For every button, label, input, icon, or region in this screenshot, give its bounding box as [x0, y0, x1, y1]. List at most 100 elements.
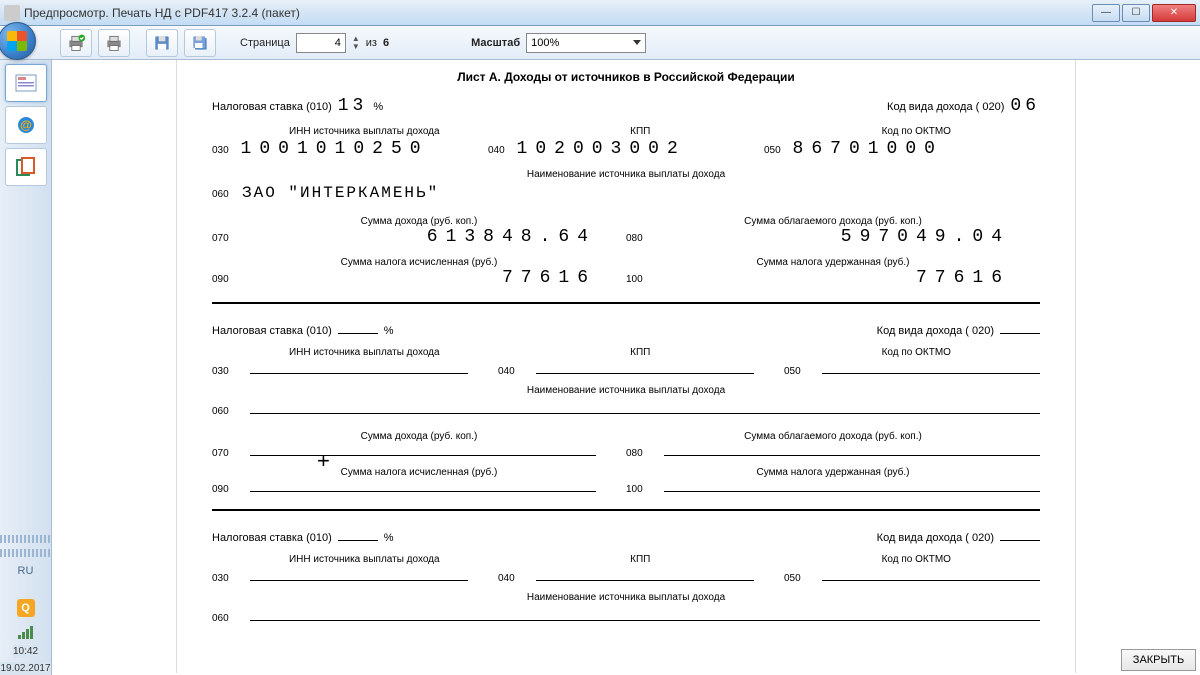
- value-inn: 1001010250: [241, 139, 488, 159]
- save-button[interactable]: [146, 29, 178, 57]
- label-kpp: КПП: [517, 554, 764, 565]
- blank-field: [250, 400, 1040, 414]
- page-number-input[interactable]: [296, 33, 346, 53]
- code-030: 030: [212, 573, 242, 584]
- blank-field: [250, 478, 596, 492]
- taskbar-app-preview[interactable]: [5, 64, 47, 102]
- label-tax-withheld: Сумма налога удержанная (руб.): [626, 467, 1040, 478]
- doc-stack-icon: [14, 157, 38, 177]
- code-060: 060: [212, 613, 242, 624]
- code-080: 080: [626, 448, 656, 459]
- label-inn-source: ИНН источника выплаты дохода: [241, 347, 488, 358]
- code-030: 030: [212, 366, 242, 377]
- blank-field: [536, 567, 754, 581]
- taskbar-app-docs[interactable]: [5, 148, 47, 186]
- page-down-spinner[interactable]: ▼: [352, 43, 360, 51]
- label-income-sum: Сумма дохода (руб. коп.): [212, 216, 626, 227]
- code-070: 070: [212, 448, 242, 459]
- label-percent: %: [373, 101, 383, 113]
- page-label: Страница: [240, 37, 290, 49]
- printer-icon: [104, 33, 124, 53]
- floppy-icon: [152, 33, 172, 53]
- page-total: 6: [383, 37, 389, 49]
- section-divider: [212, 509, 1040, 511]
- blank-field: [338, 320, 378, 334]
- label-tax-withheld: Сумма налога удержанная (руб.): [626, 257, 1040, 268]
- taskbar-app-mail[interactable]: @: [5, 106, 47, 144]
- value-kpp: 102003002: [517, 139, 764, 159]
- label-tax-rate: Налоговая ставка (010): [212, 101, 332, 113]
- window-title: Предпросмотр. Печать НД с PDF417 3.2.4 (…: [24, 6, 1092, 20]
- tray-language[interactable]: RU: [18, 561, 34, 581]
- label-taxable-sum: Сумма облагаемого дохода (руб. коп.): [626, 431, 1040, 442]
- blank-field: [1000, 527, 1040, 541]
- tray-notifier-icon[interactable]: Q: [17, 599, 35, 617]
- label-percent: %: [384, 325, 394, 337]
- document-page: Лист А. Доходы от источников в Российско…: [176, 60, 1076, 673]
- label-kpp: КПП: [517, 347, 764, 358]
- label-kpp: КПП: [517, 126, 764, 137]
- doc-title: Лист А. Доходы от источников в Российско…: [212, 70, 1040, 84]
- label-source-name: Наименование источника выплаты дохода: [212, 169, 1040, 180]
- label-income-code: Код вида дохода ( 020): [877, 325, 994, 337]
- label-inn-source: ИНН источника выплаты дохода: [241, 126, 488, 137]
- value-oktmo: 86701000: [793, 139, 1040, 159]
- start-orb[interactable]: [0, 22, 36, 60]
- code-040: 040: [498, 366, 528, 377]
- label-tax-calc: Сумма налога исчисленная (руб.): [212, 467, 626, 478]
- value-income: 613848.64: [242, 227, 626, 247]
- label-source-name: Наименование источника выплаты дохода: [212, 385, 1040, 396]
- label-oktmo: Код по ОКТМО: [793, 126, 1040, 137]
- code-100: 100: [626, 484, 656, 495]
- label-percent: %: [384, 532, 394, 544]
- toolbar: Страница ▲ ▼ из 6 Масштаб 100%: [0, 26, 1200, 60]
- value-income-code: 06: [1010, 96, 1040, 116]
- window-close-button[interactable]: ✕: [1152, 4, 1196, 22]
- value-tax-withheld: 77616: [656, 268, 1040, 288]
- taskbar-grip: [0, 549, 51, 557]
- blank-field: [664, 442, 1040, 456]
- value-tax-rate: 13: [338, 96, 368, 116]
- maximize-button[interactable]: ☐: [1122, 4, 1150, 22]
- label-tax-rate: Налоговая ставка (010): [212, 325, 332, 337]
- tray-date[interactable]: 19.02.2017: [0, 662, 50, 675]
- preview-viewport[interactable]: Лист А. Доходы от источников в Российско…: [52, 60, 1200, 675]
- save-as-button[interactable]: [184, 29, 216, 57]
- value-tax-calc: 77616: [242, 268, 626, 288]
- tray-network-icon[interactable]: [18, 625, 33, 639]
- code-070: 070: [212, 233, 242, 244]
- code-080: 080: [626, 233, 656, 244]
- label-source-name: Наименование источника выплаты дохода: [212, 592, 1040, 603]
- label-tax-rate: Налоговая ставка (010): [212, 532, 332, 544]
- label-income-code: Код вида дохода ( 020): [887, 101, 1004, 113]
- print-button[interactable]: [98, 29, 130, 57]
- minimize-button[interactable]: —: [1092, 4, 1120, 22]
- code-090: 090: [212, 274, 242, 285]
- window-titlebar: Предпросмотр. Печать НД с PDF417 3.2.4 (…: [0, 0, 1200, 26]
- print-default-button[interactable]: [60, 29, 92, 57]
- close-button[interactable]: ЗАКРЫТЬ: [1121, 649, 1196, 671]
- blank-field: [536, 360, 754, 374]
- chevron-down-icon: [633, 40, 641, 45]
- value-taxable: 597049.04: [656, 227, 1040, 247]
- code-030: 030: [212, 145, 241, 156]
- value-source-name: ЗАО "ИНТЕРКАМЕНЬ": [242, 184, 439, 202]
- label-income-sum: Сумма дохода (руб. коп.): [212, 431, 626, 442]
- label-income-code: Код вида дохода ( 020): [877, 532, 994, 544]
- blank-field: [250, 442, 596, 456]
- zoom-select[interactable]: 100%: [526, 33, 646, 53]
- code-050: 050: [784, 573, 814, 584]
- blank-field: [250, 607, 1040, 621]
- taskbar-grip: [0, 535, 51, 543]
- svg-text:@: @: [20, 118, 32, 132]
- tray-time[interactable]: 10:42: [13, 645, 38, 658]
- code-100: 100: [626, 274, 656, 285]
- section-divider: [212, 302, 1040, 304]
- blank-field: [250, 360, 468, 374]
- blank-field: [822, 567, 1040, 581]
- printer-check-icon: [66, 33, 86, 53]
- code-090: 090: [212, 484, 242, 495]
- code-040: 040: [498, 573, 528, 584]
- floppy-multi-icon: [190, 33, 210, 53]
- page-of-label: из: [366, 37, 377, 49]
